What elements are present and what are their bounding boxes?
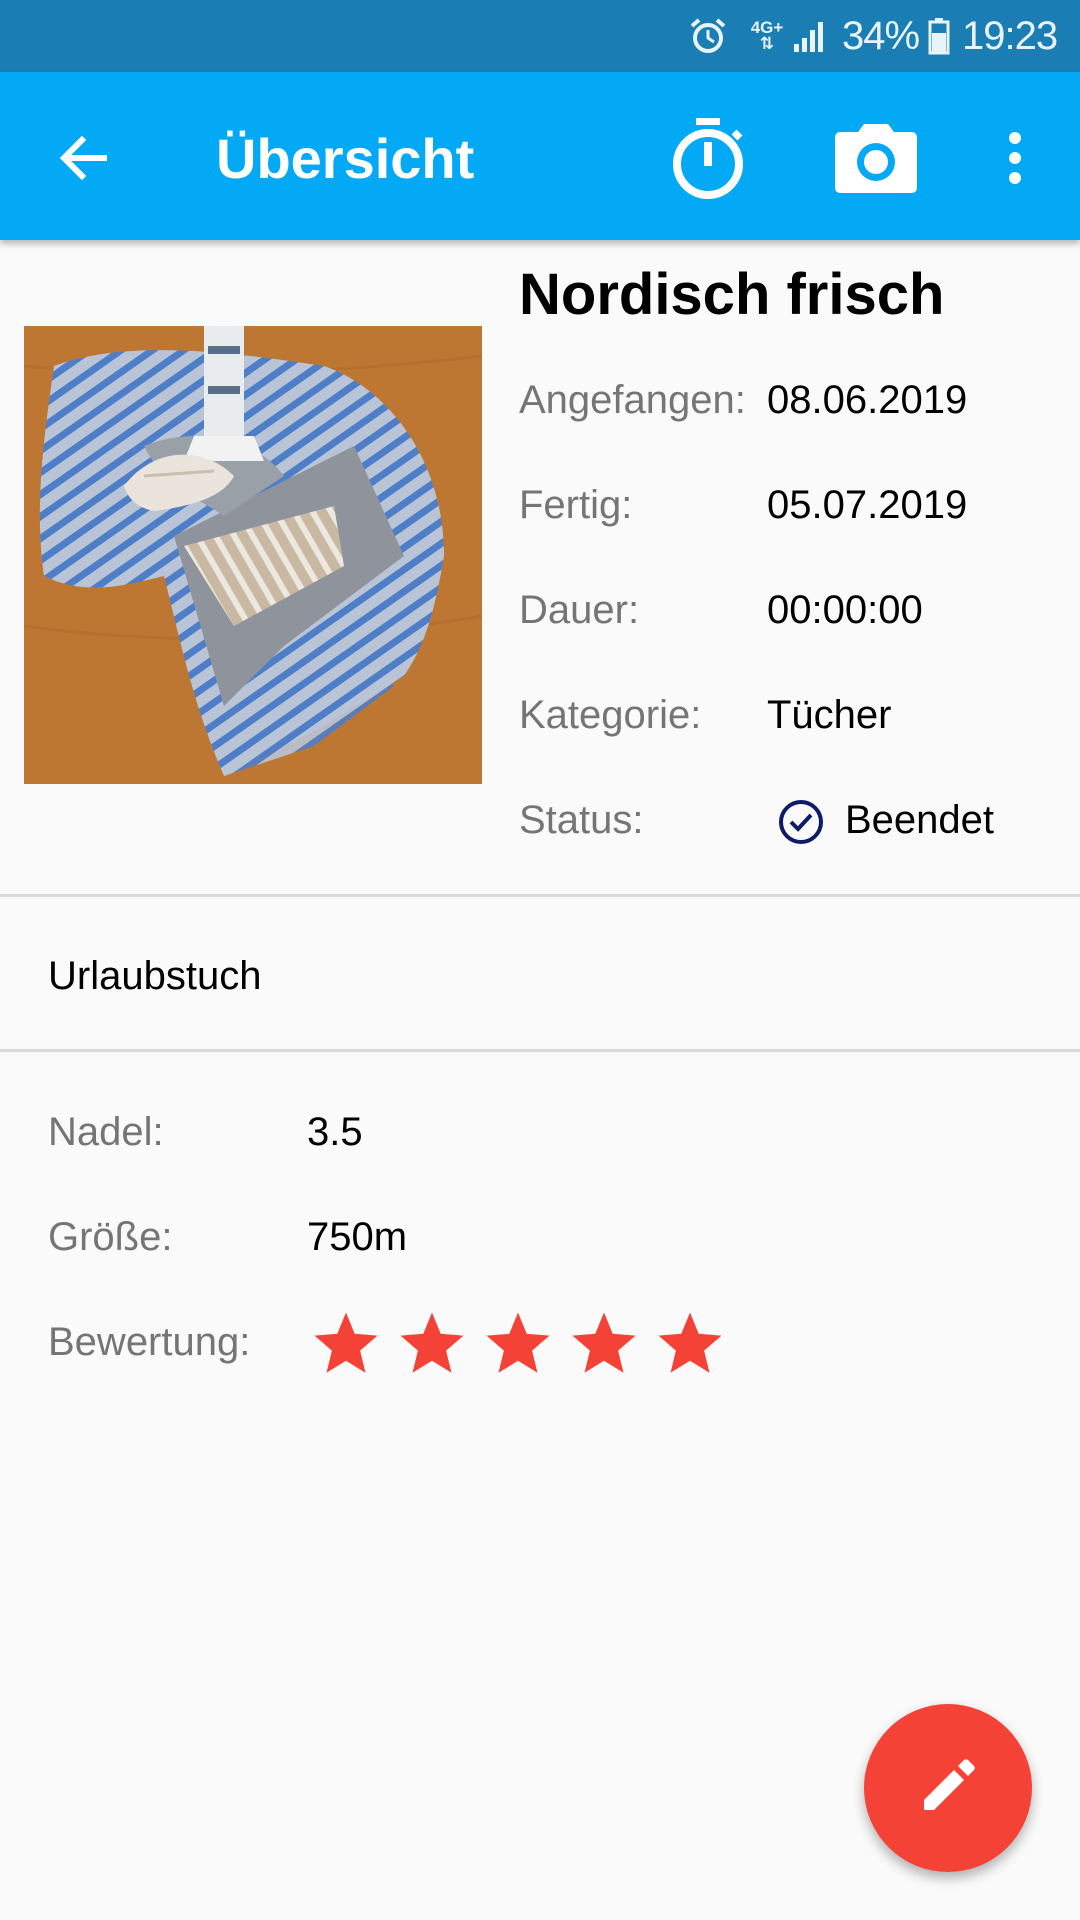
needle-label: Nadel: [48, 1110, 164, 1154]
duration-label: Dauer: [519, 588, 640, 632]
divider [0, 894, 1080, 897]
back-arrow-icon[interactable] [44, 118, 124, 198]
battery-percent: 34% [842, 13, 920, 58]
duration-value: 00:00:00 [767, 588, 923, 632]
clock: 19:23 [962, 13, 1058, 58]
camera-icon[interactable] [830, 112, 922, 204]
status-label: Status: [519, 798, 644, 842]
size-value: 750m [307, 1215, 408, 1259]
rating-stars[interactable] [310, 1308, 726, 1380]
needle-value: 3.5 [307, 1110, 363, 1154]
project-description: Urlaubstuch [48, 954, 262, 998]
more-vert-icon[interactable] [990, 118, 1040, 198]
started-value: 08.06.2019 [767, 378, 968, 422]
finished-label: Fertig: [519, 483, 633, 527]
battery-icon [928, 0, 952, 72]
signal-icon [792, 0, 832, 72]
category-value: Tücher [767, 693, 892, 737]
star-icon[interactable] [482, 1308, 554, 1380]
project-title: Nordisch frisch [519, 262, 945, 327]
alarm-icon [688, 0, 734, 72]
rating-label: Bewertung: [48, 1320, 251, 1364]
star-icon[interactable] [310, 1308, 382, 1380]
started-label: Angefangen: [519, 378, 746, 422]
network-icon: 4G+ ⇅ [750, 18, 784, 53]
edit-fab-button[interactable] [864, 1704, 1032, 1872]
edit-pencil-icon [916, 1754, 980, 1823]
divider [0, 1049, 1080, 1052]
timer-icon[interactable] [660, 110, 756, 206]
star-icon[interactable] [654, 1308, 726, 1380]
page-title: Übersicht [216, 127, 475, 190]
finished-value: 05.07.2019 [767, 483, 968, 527]
app-bar: Übersicht [0, 72, 1080, 240]
knitted-shawl-photo[interactable] [24, 326, 482, 784]
size-label: Größe: [48, 1215, 173, 1259]
check-circle-icon [777, 798, 825, 846]
status-value: Beendet [845, 798, 995, 842]
status-bar: 4G+ ⇅ 34% 19:23 [0, 0, 1080, 72]
star-icon[interactable] [396, 1308, 468, 1380]
category-label: Kategorie: [519, 693, 702, 737]
star-icon[interactable] [568, 1308, 640, 1380]
